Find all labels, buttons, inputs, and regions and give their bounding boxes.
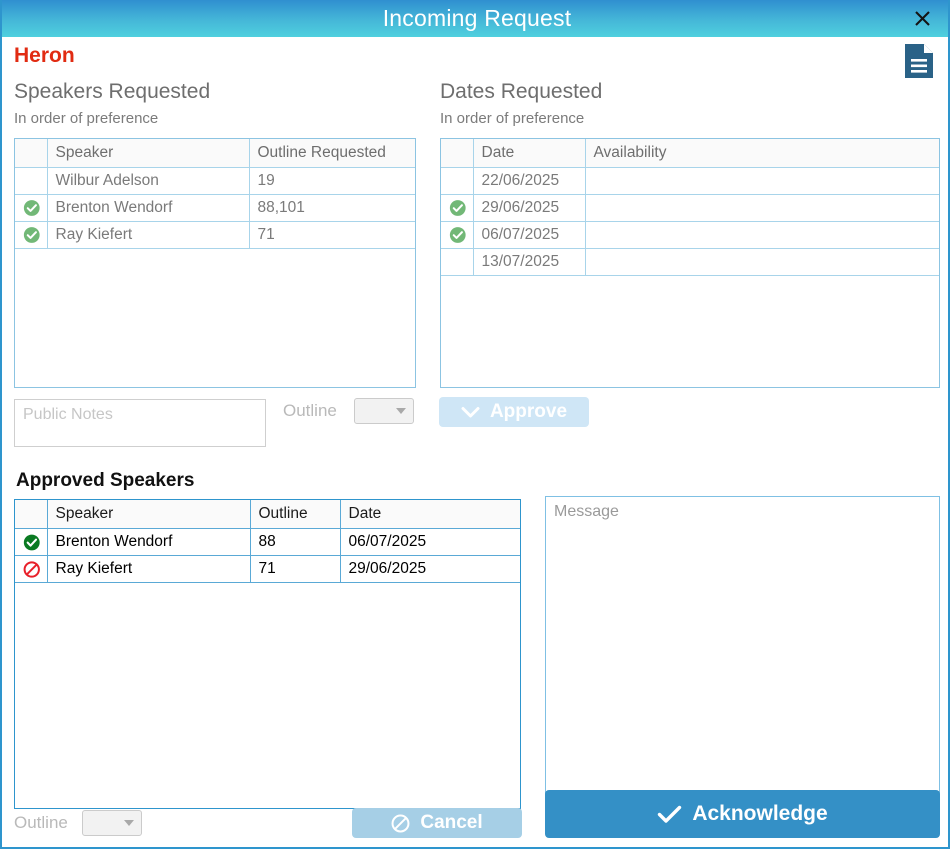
column-header-select bbox=[15, 139, 48, 168]
cell-speaker: Wilbur Adelson bbox=[47, 167, 250, 195]
dates-requested-heading: Dates Requested bbox=[440, 80, 603, 103]
cell-outline-requested: 88,101 bbox=[249, 194, 415, 222]
row-select-cell[interactable] bbox=[15, 221, 48, 249]
cell-outline: 88 bbox=[250, 528, 341, 556]
acknowledge-button[interactable]: Acknowledge bbox=[545, 790, 940, 838]
check-circle-icon bbox=[23, 197, 41, 219]
table-row[interactable]: 06/07/2025 bbox=[441, 221, 939, 249]
cell-outline-requested: 71 bbox=[249, 221, 415, 249]
table-row[interactable]: Ray Kiefert 71 bbox=[15, 221, 415, 249]
cell-speaker: Ray Kiefert bbox=[47, 221, 250, 249]
column-header-outline: Outline bbox=[250, 500, 341, 529]
outline-label-middle: Outline bbox=[283, 401, 337, 420]
check-circle-icon bbox=[449, 197, 467, 219]
table-row[interactable]: 29/06/2025 bbox=[441, 194, 939, 222]
acknowledge-button-label: Acknowledge bbox=[692, 802, 828, 825]
close-button[interactable] bbox=[900, 0, 944, 37]
cell-availability bbox=[585, 221, 939, 249]
column-header-availability: Availability bbox=[585, 139, 939, 168]
table-header-row: Date Availability bbox=[441, 139, 939, 168]
speakers-requested-heading: Speakers Requested bbox=[14, 80, 211, 103]
cell-availability bbox=[585, 248, 939, 276]
dates-requested-grid[interactable]: Date Availability 22/06/2025 29/06/2025 … bbox=[440, 138, 940, 388]
cell-date: 29/06/2025 bbox=[340, 555, 520, 583]
cell-speaker: Ray Kiefert bbox=[47, 555, 251, 583]
check-circle-icon bbox=[449, 224, 467, 246]
row-select-cell[interactable] bbox=[15, 167, 48, 195]
approve-button-label: Approve bbox=[489, 401, 568, 422]
outline-label-bottom: Outline bbox=[14, 813, 68, 832]
no-entry-icon bbox=[23, 558, 41, 580]
row-status-cell[interactable] bbox=[15, 528, 48, 556]
column-header-status bbox=[15, 500, 48, 529]
cell-outline: 71 bbox=[250, 555, 341, 583]
cell-availability bbox=[585, 194, 939, 222]
cell-date: 06/07/2025 bbox=[340, 528, 520, 556]
row-select-cell[interactable] bbox=[441, 167, 474, 195]
table-row[interactable]: Wilbur Adelson 19 bbox=[15, 167, 415, 195]
table-header-row: Speaker Outline Date bbox=[15, 500, 520, 529]
cell-date: 22/06/2025 bbox=[473, 167, 586, 195]
speakers-requested-grid[interactable]: Speaker Outline Requested Wilbur Adelson… bbox=[14, 138, 416, 388]
column-header-speaker: Speaker bbox=[47, 500, 251, 529]
organisation-name: Heron bbox=[14, 44, 75, 67]
public-notes-input[interactable]: Public Notes bbox=[14, 399, 266, 447]
close-icon bbox=[914, 11, 930, 26]
dates-requested-subheading: In order of preference bbox=[440, 110, 585, 127]
chevron-down-icon bbox=[124, 820, 134, 826]
cell-date: 29/06/2025 bbox=[473, 194, 586, 222]
table-header-row: Speaker Outline Requested bbox=[15, 139, 415, 168]
check-circle-icon bbox=[23, 224, 41, 246]
table-row[interactable]: Brenton Wendorf 88,101 bbox=[15, 194, 415, 222]
document-icon bbox=[905, 44, 933, 78]
outline-dropdown-middle[interactable] bbox=[354, 398, 414, 424]
check-icon bbox=[658, 805, 682, 823]
column-header-date: Date bbox=[340, 500, 520, 529]
title-bar: Incoming Request bbox=[2, 0, 948, 37]
cell-availability bbox=[585, 167, 939, 195]
incoming-request-dialog: Incoming Request Heron Speakers Requeste… bbox=[0, 0, 950, 849]
cell-outline-requested: 19 bbox=[249, 167, 415, 195]
chevron-down-icon bbox=[396, 408, 406, 414]
row-select-cell[interactable] bbox=[15, 194, 48, 222]
cell-date: 06/07/2025 bbox=[473, 221, 586, 249]
table-row[interactable]: 13/07/2025 bbox=[441, 248, 939, 276]
check-circle-icon bbox=[23, 531, 41, 553]
table-row[interactable]: 22/06/2025 bbox=[441, 167, 939, 195]
column-header-select bbox=[441, 139, 474, 168]
approved-speakers-grid[interactable]: Speaker Outline Date Brenton Wendorf 88 … bbox=[14, 499, 521, 809]
column-header-date: Date bbox=[473, 139, 586, 168]
window-title: Incoming Request bbox=[382, 5, 572, 31]
speakers-requested-subheading: In order of preference bbox=[14, 110, 159, 127]
document-button[interactable] bbox=[902, 42, 936, 80]
cancel-button[interactable]: Cancel bbox=[352, 808, 522, 838]
chevron-down-icon bbox=[461, 406, 480, 417]
approved-speakers-heading: Approved Speakers bbox=[16, 470, 195, 491]
column-header-outline-requested: Outline Requested bbox=[249, 139, 415, 168]
row-select-cell[interactable] bbox=[441, 248, 474, 276]
approve-button[interactable]: Approve bbox=[439, 397, 589, 427]
row-select-cell[interactable] bbox=[441, 194, 474, 222]
cell-speaker: Brenton Wendorf bbox=[47, 528, 251, 556]
cell-date: 13/07/2025 bbox=[473, 248, 586, 276]
row-status-cell[interactable] bbox=[15, 555, 48, 583]
row-select-cell[interactable] bbox=[441, 221, 474, 249]
cell-speaker: Brenton Wendorf bbox=[47, 194, 250, 222]
outline-dropdown-bottom[interactable] bbox=[82, 810, 142, 836]
table-row[interactable]: Brenton Wendorf 88 06/07/2025 bbox=[15, 528, 520, 556]
no-entry-icon bbox=[391, 814, 410, 832]
cancel-button-label: Cancel bbox=[420, 812, 483, 833]
message-input[interactable]: Message bbox=[545, 496, 940, 802]
table-row[interactable]: Ray Kiefert 71 29/06/2025 bbox=[15, 555, 520, 583]
column-header-speaker: Speaker bbox=[47, 139, 250, 168]
